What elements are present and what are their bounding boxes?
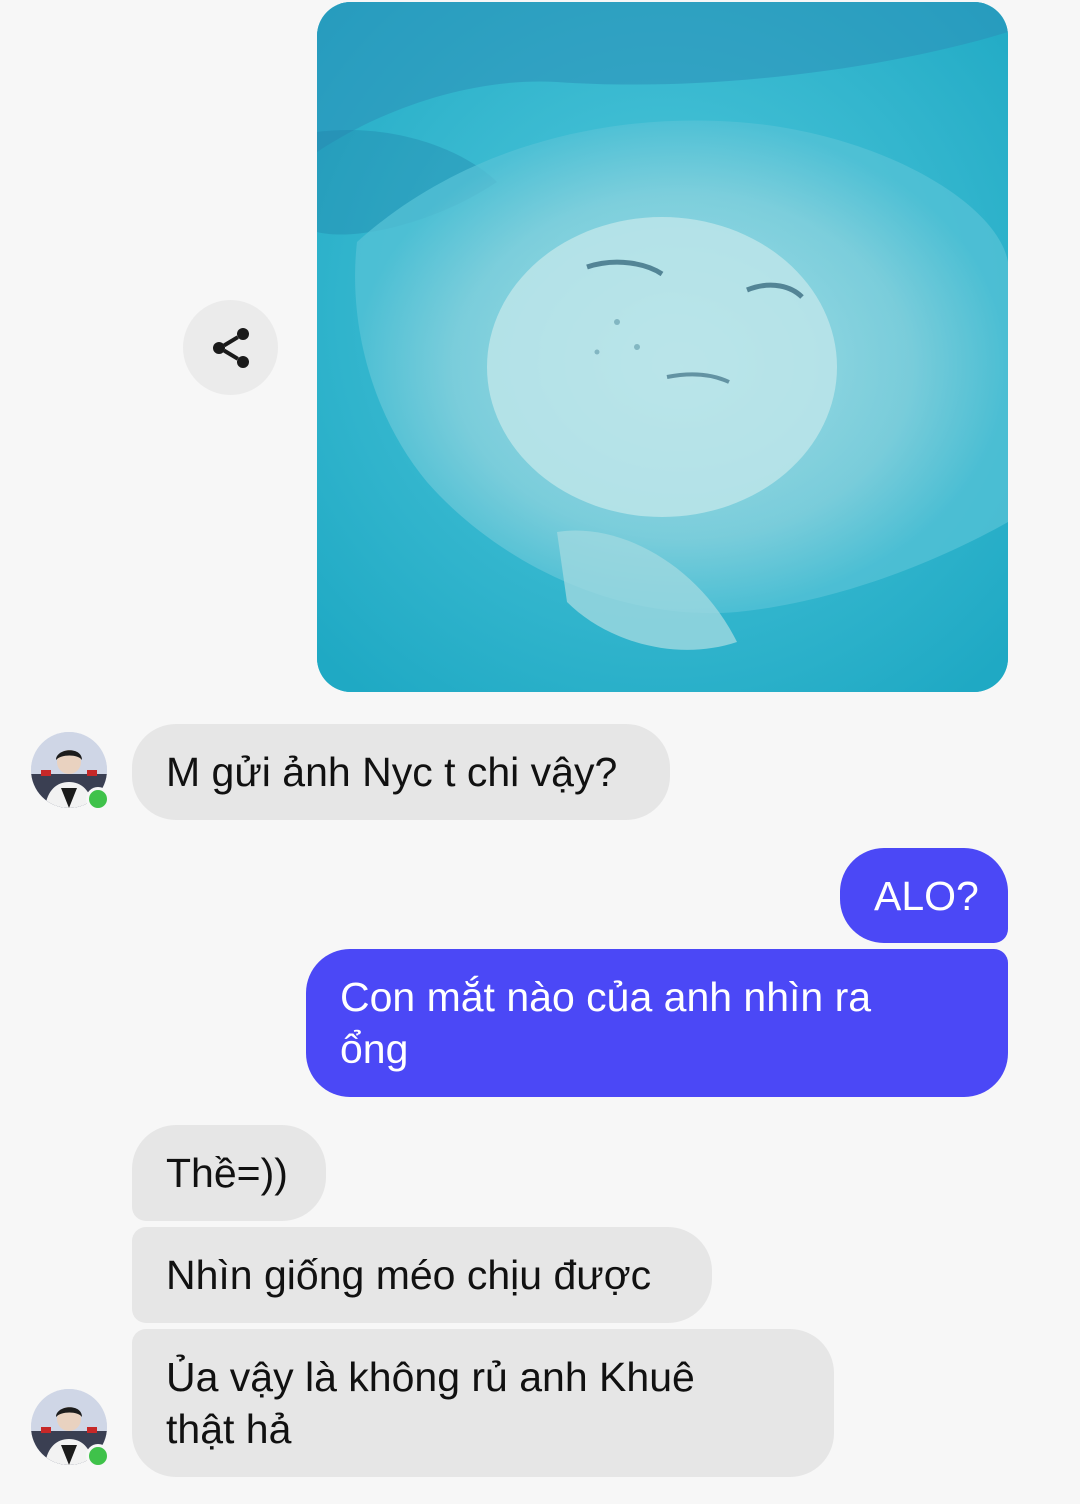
online-status-dot [86, 1444, 110, 1468]
contact-avatar[interactable] [31, 732, 110, 811]
message-bubble-outgoing[interactable]: Con mắt nào của anh nhìn ra ổng [306, 949, 1008, 1097]
message-text: Thề=)) [166, 1150, 288, 1196]
message-bubble-incoming[interactable]: M gửi ảnh Nyc t chi vậy? [132, 724, 670, 820]
message-bubble-incoming[interactable]: Nhìn giống méo chịu được [132, 1227, 712, 1323]
message-text: M gửi ảnh Nyc t chi vậy? [166, 749, 618, 795]
online-status-dot [86, 787, 110, 811]
message-text: ALO? [874, 873, 979, 919]
message-bubble-incoming[interactable]: Ủa vậy là không rủ anh Khuê thật hả [132, 1329, 834, 1477]
message-text-line: thật hả [166, 1406, 292, 1452]
share-icon [212, 327, 249, 368]
message-text-line: ổng [340, 1026, 409, 1072]
message-text-line: Ủa vậy là không rủ anh Khuê [166, 1354, 695, 1400]
contact-avatar[interactable] [31, 1389, 110, 1468]
message-text-line: Con mắt nào của anh nhìn ra [340, 974, 872, 1020]
share-button[interactable] [183, 300, 278, 395]
message-bubble-incoming[interactable]: Thề=)) [132, 1125, 326, 1221]
message-bubble-outgoing[interactable]: ALO? [840, 848, 1008, 943]
shared-photo[interactable] [317, 2, 1008, 692]
message-text: Nhìn giống méo chịu được [166, 1252, 652, 1298]
